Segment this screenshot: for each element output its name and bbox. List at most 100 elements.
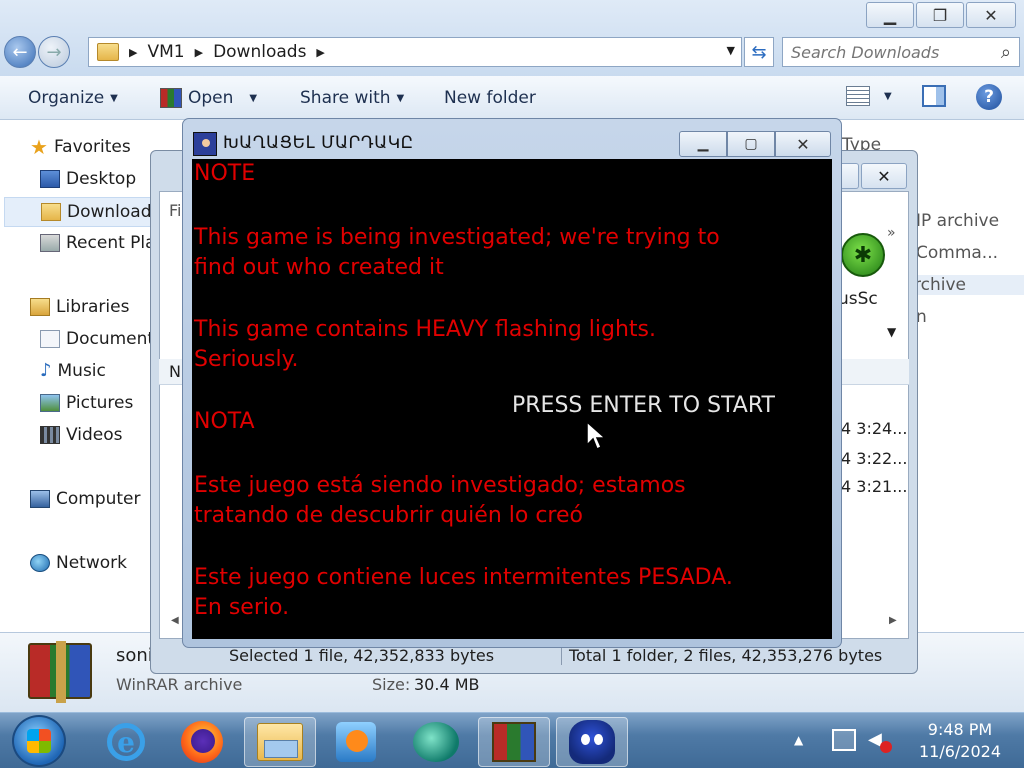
column-header-name[interactable]: N bbox=[169, 362, 181, 381]
nav-music[interactable]: ♪ Music bbox=[40, 361, 106, 381]
nav-desktop[interactable]: Desktop bbox=[40, 169, 136, 189]
recent-places-icon bbox=[40, 234, 60, 252]
type-cell: IP archive bbox=[916, 211, 1000, 231]
network-tray-icon[interactable] bbox=[832, 729, 856, 751]
note-line: This game contains HEAVY flashing lights… bbox=[194, 317, 657, 342]
game-minimize-button[interactable]: ▁ bbox=[679, 131, 727, 157]
chevron-more-icon[interactable]: » bbox=[887, 225, 896, 241]
nav-label: Downloads bbox=[67, 202, 161, 222]
winrar-icon bbox=[160, 88, 182, 108]
desktop-icon bbox=[40, 170, 60, 188]
status-total: Total 1 folder, 2 files, 42,353,276 byte… bbox=[569, 645, 883, 665]
path-dropdown-icon[interactable]: ▼ bbox=[887, 325, 896, 339]
computer-icon bbox=[30, 490, 50, 508]
nav-computer[interactable]: Computer bbox=[30, 489, 141, 509]
documents-icon bbox=[40, 330, 60, 348]
media-player-icon bbox=[336, 722, 376, 762]
scroll-right-icon[interactable]: ▶ bbox=[889, 615, 897, 626]
network-icon bbox=[30, 554, 50, 572]
chevron-right-icon: ▶ bbox=[129, 45, 138, 59]
preview-pane-button[interactable] bbox=[922, 85, 946, 107]
virus-scan-icon[interactable]: ✱ bbox=[841, 233, 885, 277]
help-button[interactable]: ? bbox=[976, 84, 1002, 110]
taskbar-firefox[interactable] bbox=[166, 717, 238, 767]
breadcrumb-downloads[interactable]: Downloads bbox=[213, 42, 306, 62]
back-button[interactable]: ← bbox=[4, 36, 36, 68]
explorer-titlebar: ▁ ❐ ✕ ← → ▶ VM1 ▶ Downloads ▶ ▼ ⇆ ⌕ bbox=[0, 0, 1024, 76]
command-bar: Organize ▼ Open ▼ Share with ▼ New folde… bbox=[0, 76, 1024, 120]
note-line: This game is being investigated; we're t… bbox=[194, 225, 720, 250]
organize-button[interactable]: Organize ▼ bbox=[28, 88, 118, 108]
videos-icon bbox=[40, 426, 60, 444]
taskbar-media-player[interactable] bbox=[320, 717, 392, 767]
details-size-value: 30.4 MB bbox=[414, 675, 480, 694]
note-line: Seriously. bbox=[194, 347, 299, 372]
refresh-button[interactable]: ⇆ bbox=[744, 37, 774, 67]
chevron-right-icon: ▶ bbox=[194, 45, 204, 59]
open-button[interactable]: Open ▼ bbox=[160, 88, 257, 108]
share-with-button[interactable]: Share with ▼ bbox=[300, 88, 404, 108]
folder-icon bbox=[97, 43, 119, 61]
breadcrumb-vm1[interactable]: VM1 bbox=[147, 42, 184, 62]
pictures-icon bbox=[40, 394, 60, 412]
maximize-button[interactable]: ❐ bbox=[916, 2, 964, 28]
nav-pictures[interactable]: Pictures bbox=[40, 393, 133, 413]
taskbar-app[interactable] bbox=[400, 717, 472, 767]
taskbar: e ▲ ◀ 9:48 PM 11/6/2024 bbox=[0, 712, 1024, 768]
nav-libraries[interactable]: Libraries bbox=[30, 297, 129, 317]
game-maximize-button[interactable]: ▢ bbox=[727, 131, 775, 157]
nav-favorites[interactable]: ★ Favorites bbox=[30, 137, 131, 157]
open-label: Open bbox=[188, 88, 234, 108]
new-folder-button[interactable]: New folder bbox=[444, 88, 536, 108]
clock-date: 11/6/2024 bbox=[918, 742, 1002, 761]
minimize-button[interactable]: ▁ bbox=[866, 2, 914, 28]
game-screen[interactable]: NOTE This game is being investigated; we… bbox=[192, 159, 832, 639]
taskbar-sonic-game[interactable] bbox=[556, 717, 628, 767]
taskbar-winrar[interactable] bbox=[478, 717, 550, 767]
start-button[interactable] bbox=[12, 715, 66, 767]
game-window: ԽԱՂԱՑԵԼ ՄԱՐԴԱԿԸ ▁ ▢ ✕ NOTE This game is … bbox=[182, 118, 842, 648]
details-file-type: WinRAR archive bbox=[116, 675, 243, 694]
details-size-label: Size: bbox=[372, 675, 411, 694]
show-hidden-icons-icon[interactable]: ▲ bbox=[794, 733, 803, 747]
sonic-icon bbox=[569, 720, 615, 764]
internet-explorer-icon: e bbox=[107, 723, 145, 761]
nota-line: En serio. bbox=[194, 595, 290, 620]
winrar-close-button[interactable]: ✕ bbox=[861, 163, 907, 189]
nav-label: Favorites bbox=[53, 137, 131, 157]
nav-downloads[interactable]: Downloads bbox=[4, 197, 164, 227]
firefox-icon bbox=[181, 721, 223, 763]
nota-line: Este juego está siendo investigado; esta… bbox=[194, 473, 686, 498]
search-input[interactable] bbox=[791, 42, 981, 62]
nav-videos[interactable]: Videos bbox=[40, 425, 123, 445]
taskbar-internet-explorer[interactable]: e bbox=[90, 717, 162, 767]
change-view-button[interactable]: ▼ bbox=[846, 86, 892, 106]
taskbar-file-explorer[interactable] bbox=[244, 717, 316, 767]
nav-label: Pictures bbox=[66, 393, 134, 413]
search-icon[interactable]: ⌕ bbox=[1001, 42, 1011, 63]
system-clock[interactable]: 9:48 PM 11/6/2024 bbox=[904, 719, 1016, 763]
address-bar[interactable]: ▶ VM1 ▶ Downloads ▶ ▼ bbox=[88, 37, 742, 67]
caret-down-icon: ▼ bbox=[249, 92, 258, 104]
nav-documents[interactable]: Documents bbox=[40, 329, 163, 349]
close-button[interactable]: ✕ bbox=[966, 2, 1016, 28]
nota-line: tratando de descubrir quién lo creó bbox=[194, 503, 583, 528]
details-file-name: soni bbox=[116, 645, 153, 666]
nav-label: Documents bbox=[66, 329, 163, 349]
nota-line: Este juego contiene luces intermitentes … bbox=[194, 565, 733, 590]
winrar-maximize-button[interactable] bbox=[839, 163, 859, 189]
game-close-button[interactable]: ✕ bbox=[775, 131, 831, 157]
caret-down-icon: ▼ bbox=[884, 90, 892, 102]
forward-button[interactable]: → bbox=[38, 36, 70, 68]
search-box[interactable]: ⌕ bbox=[782, 37, 1020, 67]
nav-label: Music bbox=[57, 361, 106, 381]
volume-muted-icon[interactable]: ◀ bbox=[868, 729, 892, 753]
nav-network[interactable]: Network bbox=[30, 553, 127, 573]
help-icon: ? bbox=[976, 84, 1002, 110]
address-dropdown-icon[interactable]: ▼ bbox=[727, 44, 735, 57]
new-folder-label: New folder bbox=[444, 88, 536, 108]
winrar-menu-file[interactable]: Fi bbox=[169, 201, 181, 220]
scroll-left-icon[interactable]: ◀ bbox=[171, 615, 179, 626]
type-cell: Comma... bbox=[916, 243, 999, 263]
status-divider bbox=[561, 645, 562, 665]
